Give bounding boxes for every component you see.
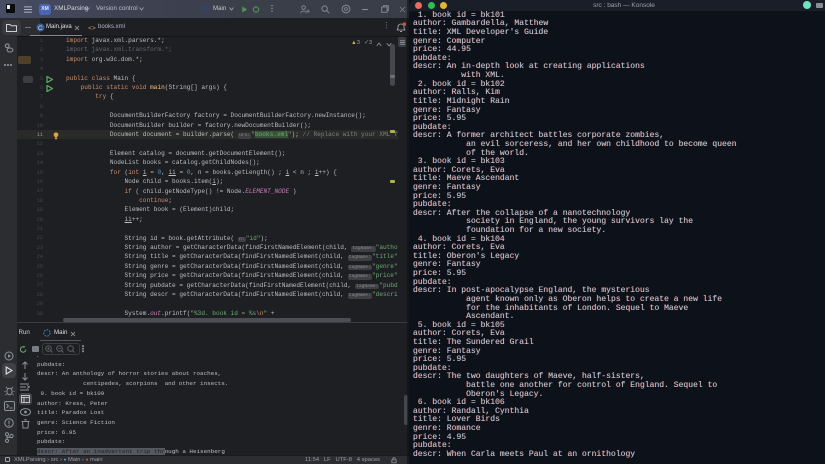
svg-text:<>: <>: [88, 25, 96, 32]
svg-text:C: C: [38, 25, 43, 32]
